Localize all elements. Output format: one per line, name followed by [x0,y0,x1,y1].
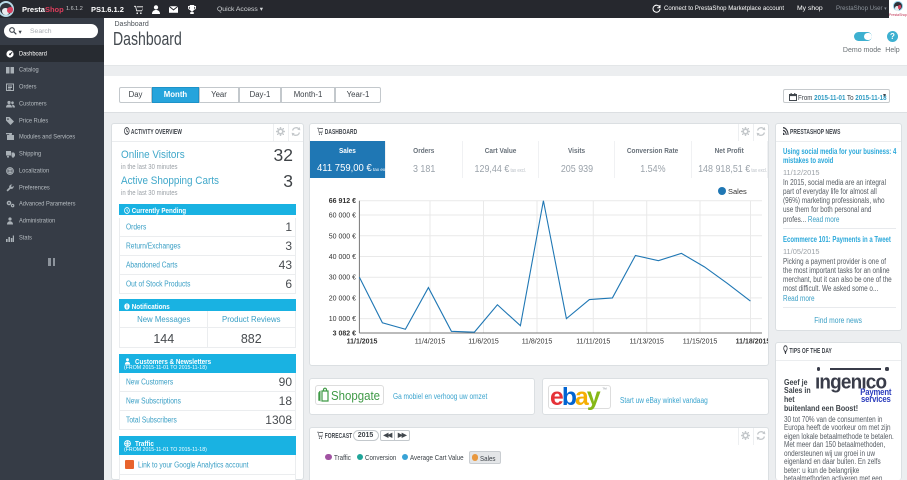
svg-text:11/18/2015: 11/18/2015 [736,339,768,346]
svg-text:66 912 €: 66 912 € [329,198,356,205]
svg-text:60 000 €: 60 000 € [329,213,356,220]
svg-text:11/8/2015: 11/8/2015 [522,339,553,346]
svg-text:11/6/2015: 11/6/2015 [468,339,499,346]
svg-text:11/4/2015: 11/4/2015 [415,339,446,346]
svg-text:30 000 €: 30 000 € [329,275,356,282]
svg-text:11/13/2015: 11/13/2015 [629,339,664,346]
svg-text:Sales: Sales [728,187,747,196]
svg-text:50 000 €: 50 000 € [329,233,356,240]
svg-text:11/11/2015: 11/11/2015 [576,339,610,346]
svg-text:11/15/2015: 11/15/2015 [683,339,718,346]
svg-text:3 082 €: 3 082 € [333,331,356,338]
svg-text:11/1/2015: 11/1/2015 [347,339,378,346]
svg-text:10 000 €: 10 000 € [329,316,356,323]
svg-text:20 000 €: 20 000 € [329,295,356,302]
svg-text:40 000 €: 40 000 € [329,254,356,261]
